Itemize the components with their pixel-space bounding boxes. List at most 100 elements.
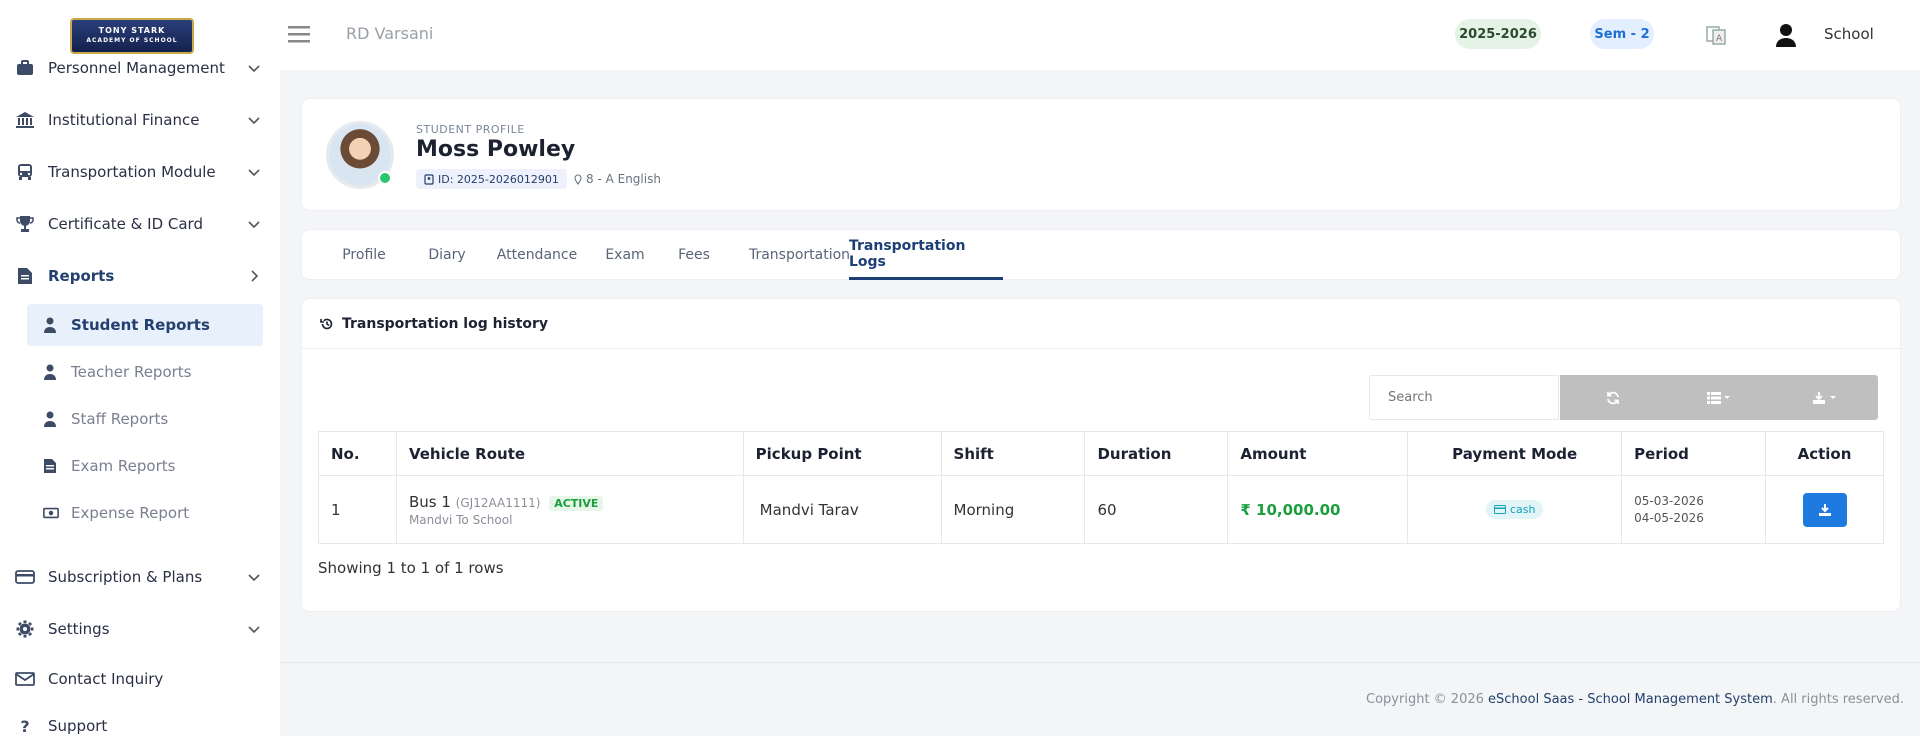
- user-icon: [43, 364, 59, 380]
- amount-value: ₹ 10,000.00: [1240, 500, 1341, 519]
- student-name: Moss Powley: [416, 137, 576, 162]
- transportation-log-card: Transportation log history No. Vehicle R…: [301, 298, 1901, 612]
- sidebar-subitem-teacher-reports[interactable]: Teacher Reports: [27, 351, 263, 393]
- language-icon[interactable]: A: [1705, 24, 1727, 46]
- sidebar-subitem-exam-reports[interactable]: Exam Reports: [27, 445, 263, 487]
- cell-duration: 60: [1084, 475, 1229, 544]
- trophy-icon: [14, 214, 36, 234]
- column-header[interactable]: Amount: [1227, 431, 1409, 476]
- sidebar-item-label: Personnel Management: [48, 59, 225, 77]
- logo-text: TONY STARK: [98, 26, 166, 35]
- footer-suffix: . All rights reserved.: [1772, 692, 1904, 707]
- sidebar-item-support[interactable]: ? Support: [0, 706, 280, 736]
- money-icon: [43, 505, 59, 521]
- sidebar: TONY STARK ACADEMY OF SCHOOL Personnel M…: [0, 0, 280, 736]
- sidebar-item-label: Certificate & ID Card: [48, 215, 203, 233]
- table-header-row: No. Vehicle Route Pickup Point Shift Dur…: [318, 431, 1884, 476]
- download-receipt-button[interactable]: [1802, 492, 1847, 527]
- id-card-icon: [424, 173, 434, 185]
- school-name: RD Varsani: [346, 24, 434, 43]
- column-header[interactable]: Vehicle Route: [395, 431, 744, 476]
- briefcase-icon: [14, 58, 36, 78]
- history-icon: [320, 318, 333, 329]
- location-pin-icon: [574, 174, 582, 185]
- chevron-down-icon: [248, 65, 260, 73]
- footer-copyright: Copyright © 2026: [1366, 692, 1484, 707]
- sidebar-item-label: Institutional Finance: [48, 111, 200, 129]
- footer-divider: [280, 662, 1920, 663]
- footer-brand-link[interactable]: eSchool Saas - School Management System: [1488, 692, 1773, 707]
- student-id: ID: 2025-2026012901: [438, 172, 559, 186]
- cell-shift: Morning: [940, 475, 1086, 544]
- sidebar-item-label: Contact Inquiry: [48, 670, 164, 688]
- tab-transportation[interactable]: Transportation: [732, 230, 867, 280]
- cell-no: 1: [318, 475, 397, 544]
- sidebar-item-settings[interactable]: Settings: [0, 609, 280, 649]
- column-header[interactable]: Payment Mode: [1407, 431, 1623, 476]
- sidebar-item-contact-inquiry[interactable]: Contact Inquiry: [0, 659, 280, 699]
- sidebar-subitem-expense-report[interactable]: Expense Report: [27, 492, 263, 534]
- chevron-down-icon: [248, 117, 260, 125]
- svg-text:A: A: [1716, 34, 1723, 44]
- refresh-button[interactable]: [1560, 375, 1666, 420]
- cell-amount: ₹ 10,000.00: [1227, 475, 1409, 544]
- cell-period: 05-03-2026 04-05-2026: [1621, 475, 1767, 544]
- tab-attendance[interactable]: Attendance: [487, 230, 587, 280]
- online-status-indicator: [378, 171, 392, 185]
- chevron-down-icon: [248, 626, 260, 634]
- session-badge[interactable]: 2025-2026: [1455, 19, 1541, 49]
- route-name: Mandvi To School: [408, 512, 513, 527]
- bank-icon: [14, 110, 36, 130]
- sidebar-item-reports[interactable]: Reports: [0, 256, 280, 296]
- tab-diary[interactable]: Diary: [417, 230, 477, 280]
- sidebar-item-label: Transportation Module: [48, 163, 216, 181]
- user-label[interactable]: School: [1824, 25, 1874, 43]
- cell-payment-mode: cash: [1407, 475, 1623, 544]
- columns-toggle-button[interactable]: [1666, 375, 1772, 420]
- sidebar-subitem-label: Teacher Reports: [71, 363, 192, 381]
- sidebar-subitem-label: Exam Reports: [71, 457, 176, 475]
- sidebar-item-subscription-plans[interactable]: Subscription & Plans: [0, 557, 280, 597]
- gear-icon: [14, 619, 36, 639]
- tab-profile[interactable]: Profile: [324, 230, 404, 280]
- chevron-down-icon: [248, 169, 260, 177]
- sidebar-item-label: Reports: [48, 267, 115, 285]
- user-avatar-icon[interactable]: [1775, 23, 1797, 47]
- semester-badge[interactable]: Sem - 2: [1590, 19, 1654, 49]
- search-input[interactable]: [1369, 375, 1559, 420]
- sidebar-item-certificate-id-card[interactable]: Certificate & ID Card: [0, 204, 280, 244]
- export-button[interactable]: [1772, 375, 1878, 420]
- table-row: 1 Bus 1 (GJ12AA1111) ACTIVE Mandvi To Sc…: [318, 475, 1884, 544]
- column-header[interactable]: Period: [1621, 431, 1767, 476]
- profile-tabs: Profile Diary Attendance Exam Fees Trans…: [301, 229, 1901, 280]
- refresh-icon: [1607, 391, 1619, 404]
- chevron-down-icon: [248, 221, 260, 229]
- sidebar-subitem-staff-reports[interactable]: Staff Reports: [27, 398, 263, 440]
- tab-fees[interactable]: Fees: [664, 230, 724, 280]
- sidebar-subitem-label: Student Reports: [71, 316, 210, 334]
- tab-transportation-logs[interactable]: Transportation Logs: [849, 230, 1003, 280]
- column-header[interactable]: Shift: [940, 431, 1086, 476]
- hamburger-menu-icon[interactable]: [288, 24, 310, 44]
- column-header[interactable]: No.: [318, 431, 397, 476]
- question-icon: ?: [20, 716, 30, 736]
- tab-exam[interactable]: Exam: [595, 230, 655, 280]
- column-header[interactable]: Action: [1765, 431, 1884, 476]
- column-header[interactable]: Pickup Point: [742, 431, 942, 476]
- sidebar-item-institutional-finance[interactable]: Institutional Finance: [0, 100, 280, 140]
- document-icon: [43, 458, 59, 474]
- profile-kicker: STUDENT PROFILE: [416, 123, 525, 136]
- sidebar-subitem-label: Staff Reports: [71, 410, 169, 428]
- column-header[interactable]: Duration: [1084, 431, 1229, 476]
- sidebar-item-personnel-management[interactable]: Personnel Management: [0, 48, 280, 88]
- bus-icon: [14, 162, 36, 182]
- status-badge: ACTIVE: [549, 495, 604, 511]
- sidebar-item-transportation-module[interactable]: Transportation Module: [0, 152, 280, 192]
- cell-action: [1765, 475, 1884, 544]
- payment-mode-badge: cash: [1485, 500, 1544, 519]
- cell-pickup-point: Mandvi Tarav: [742, 475, 942, 544]
- vehicle-registration: (GJ12AA1111): [455, 495, 541, 510]
- sidebar-subitem-student-reports[interactable]: Student Reports: [27, 304, 263, 346]
- logo-subtext: ACADEMY OF SCHOOL: [86, 37, 178, 44]
- credit-card-icon: [14, 567, 36, 587]
